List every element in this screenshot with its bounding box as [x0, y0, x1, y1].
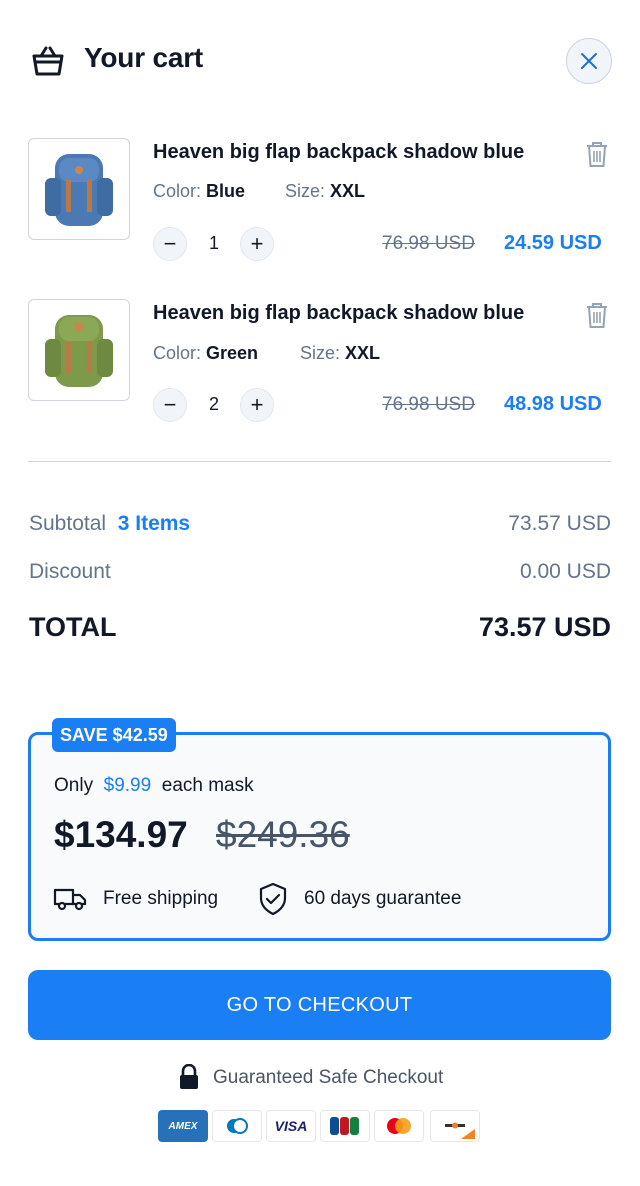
- product-color: Color: Blue: [153, 181, 246, 201]
- subtotal-items-link[interactable]: 3 Items: [118, 512, 190, 535]
- total-value: 73.57 USD: [478, 612, 611, 642]
- product-title[interactable]: Heaven big flap backpack shadow blue: [153, 302, 524, 325]
- close-button[interactable]: [566, 38, 612, 84]
- trash-icon[interactable]: [583, 300, 611, 330]
- lock-icon: [180, 1064, 198, 1089]
- product-image[interactable]: [28, 138, 130, 240]
- discount-value: 0.00 USD: [519, 560, 611, 583]
- divider: [28, 461, 611, 462]
- plus-icon: +: [250, 392, 264, 417]
- bundle-price: $134.97: [54, 814, 188, 855]
- product-title[interactable]: Heaven big flap backpack shadow blue: [153, 141, 524, 164]
- quantity-value: 1: [208, 233, 219, 253]
- trash-icon[interactable]: [583, 139, 611, 169]
- visa-card-icon: VISA: [266, 1110, 316, 1142]
- original-price: 76.98 USD: [382, 394, 475, 415]
- bundle-original-price: $249.36: [216, 814, 350, 855]
- product-color: Color: Green: [153, 343, 259, 363]
- mastercard-icon: [374, 1110, 424, 1142]
- safe-checkout-text: Guaranteed Safe Checkout: [213, 1067, 444, 1088]
- unit-price-text: Only $9.99 each mask: [54, 775, 254, 796]
- product-image[interactable]: [28, 299, 130, 401]
- discover-card-icon: [430, 1110, 480, 1142]
- shield-check-icon: [259, 882, 287, 916]
- sale-price: 24.59 USD: [504, 232, 602, 254]
- minus-icon: −: [163, 231, 177, 256]
- plus-icon: +: [250, 231, 264, 256]
- truck-icon: [53, 888, 87, 911]
- product-size: Size: XXL: [300, 343, 381, 363]
- increase-qty-button[interactable]: +: [240, 388, 274, 422]
- free-shipping-label: Free shipping: [103, 888, 219, 909]
- original-price: 76.98 USD: [382, 233, 475, 254]
- discount-label: Discount: [29, 560, 111, 583]
- page-title: Your cart: [84, 42, 204, 73]
- close-icon: [581, 53, 597, 69]
- quantity-value: 2: [208, 394, 219, 414]
- guarantee-label: 60 days guarantee: [304, 888, 462, 909]
- diners-card-icon: [212, 1110, 262, 1142]
- subtotal-label: Subtotal 3 Items: [29, 512, 191, 535]
- minus-icon: −: [163, 392, 177, 417]
- checkout-button[interactable]: GO TO CHECKOUT: [28, 970, 611, 1040]
- decrease-qty-button[interactable]: −: [153, 388, 187, 422]
- subtotal-value: 73.57 USD: [508, 512, 611, 535]
- total-label: TOTAL: [29, 612, 117, 642]
- save-badge: SAVE $42.59: [52, 718, 176, 752]
- decrease-qty-button[interactable]: −: [153, 227, 187, 261]
- increase-qty-button[interactable]: +: [240, 227, 274, 261]
- jcb-card-icon: [320, 1110, 370, 1142]
- basket-icon: [32, 46, 64, 76]
- product-size: Size: XXL: [285, 181, 366, 201]
- sale-price: 48.98 USD: [504, 393, 602, 415]
- amex-card-icon: AMEX: [158, 1110, 208, 1142]
